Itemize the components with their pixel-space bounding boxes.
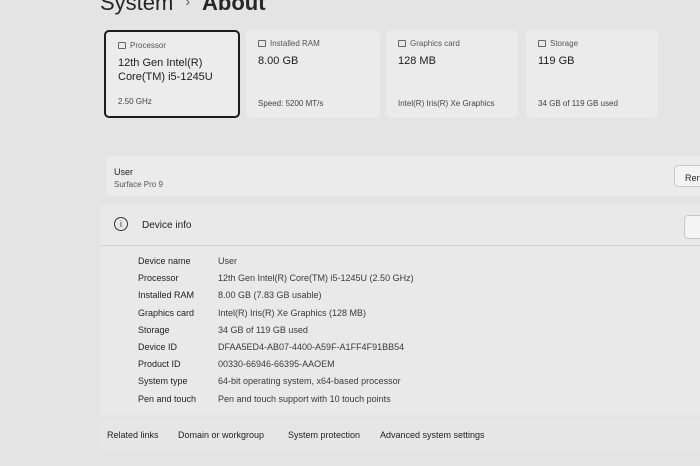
info-icon: i [114,217,128,231]
spec-value: DFAA5ED4-AB07-4400-A59F-A1FF4F91BB54 [218,342,405,352]
storage-card-value: 119 GB [538,55,575,67]
storage-card-title: Storage [550,39,579,48]
processor-card[interactable]: Processor 12th Gen Intel(R) Core(TM) i5-… [104,30,240,118]
spec-key: Installed RAM [138,290,195,301]
page-title: About [202,0,266,15]
processor-card-value: 12th Gen Intel(R) Core(TM) i5-1245U [118,57,213,83]
ram-card-sub: Speed: 5200 MT/s [258,99,324,108]
device-info-panel: i Device info Device name User Processor 12… [100,205,700,415]
ram-card-title: Installed RAM [270,39,320,48]
spec-key: Processor [138,273,179,284]
spec-value: 12th Gen Intel(R) Core(TM) i5-1245U (2.5… [218,273,414,284]
breadcrumb: System › About [100,0,266,16]
related-links-label: Related links [107,430,159,440]
spec-value: 00330-66946-66395-AAOEM [218,359,335,370]
spec-key: Product ID [138,359,181,370]
chevron-right-icon: › [185,0,191,9]
spec-key: Pen and touch [138,393,197,404]
ram-card[interactable]: Installed RAM 8.00 GB Speed: 5200 MT/s [246,30,380,118]
storage-card[interactable]: Storage 119 GB 34 GB of 119 GB used [526,30,658,118]
spec-value: 64-bit operating system, x64-based proce… [218,376,401,387]
storage-icon [538,40,546,47]
processor-card-sub: 2.50 GHz [118,97,152,106]
spec-value: Pen and touch support with 10 touch poin… [218,393,391,404]
gpu-icon [398,40,406,47]
storage-card-sub: 34 GB of 119 GB used [538,99,618,108]
breadcrumb-parent[interactable]: System [100,0,173,15]
domain-workgroup-link[interactable]: Domain or workgroup [178,430,264,440]
cpu-icon [118,42,126,49]
rename-button[interactable]: Ren [674,165,700,187]
spec-value: 8.00 GB (7.83 GB usable) [218,290,322,301]
memory-icon [258,40,266,47]
spec-key: System type [138,376,188,387]
graphics-card-title: Graphics card [410,39,460,48]
advanced-system-settings-link[interactable]: Advanced system settings [380,430,485,440]
graphics-card[interactable]: Graphics card 128 MB Intel(R) Iris(R) Xe… [386,30,518,118]
device-info-title: Device info [142,220,192,231]
spec-value: 34 GB of 119 GB used [218,324,308,335]
related-links-bar: Related links Domain or workgroup System… [100,420,700,454]
device-name-panel: User Surface Pro 9 Ren [106,156,700,196]
spec-key: Device ID [138,342,178,352]
spec-key: Device name [138,256,191,266]
processor-card-title: Processor [130,41,167,50]
spec-key: Graphics card [138,307,195,318]
graphics-card-sub: Intel(R) Iris(R) Xe Graphics [398,99,495,108]
copy-button[interactable] [684,215,700,239]
ram-card-value: 8.00 GB [258,55,299,67]
device-info-header[interactable]: i Device info [100,205,700,246]
graphics-card-value: 128 MB [398,55,436,67]
spec-value: Intel(R) Iris(R) Xe Graphics (128 MB) [218,307,367,318]
user-label: User [114,167,134,177]
device-model: Surface Pro 9 [114,180,163,189]
spec-value: User [218,256,238,266]
spec-key: Storage [138,324,170,335]
system-protection-link[interactable]: System protection [288,430,360,440]
